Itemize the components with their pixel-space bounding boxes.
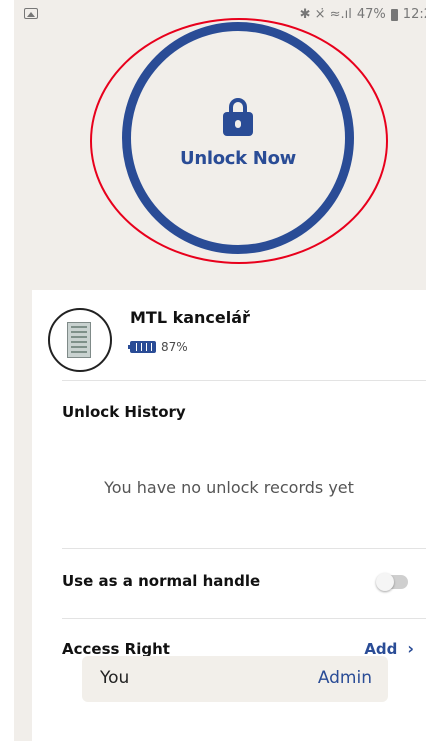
app-screen: ✱ ×̇ ≈.ıl 47% 12:2 Unlock Now MTL kancel… <box>14 0 426 741</box>
lock-header[interactable]: MTL kancelář 87% <box>32 290 426 382</box>
status-indicators: ✱ ×̇ ≈.ıl 47% 12:2 <box>300 7 426 22</box>
access-user: You <box>100 668 130 688</box>
battery-icon <box>390 8 398 21</box>
battery-percentage: 47% <box>356 7 386 22</box>
add-label: Add <box>364 639 398 658</box>
normal-handle-label: Use as a normal handle <box>62 572 261 590</box>
toggle-knob <box>376 573 394 591</box>
lock-icon <box>223 97 253 138</box>
unlock-now-button[interactable]: Unlock Now <box>122 22 354 254</box>
battery-icon <box>128 341 156 353</box>
signal-icons: ✱ ×̇ ≈.ıl <box>299 7 352 22</box>
unlock-history-title: Unlock History <box>62 403 186 421</box>
lock-details-card: MTL kancelář 87% Unlock History You have… <box>32 290 426 741</box>
lock-name: MTL kancelář <box>130 308 250 327</box>
divider <box>62 548 426 549</box>
divider <box>62 618 426 619</box>
unlock-history-empty: You have no unlock records yet <box>104 478 354 497</box>
lock-battery: 87% <box>128 340 188 354</box>
building-icon <box>67 322 91 358</box>
normal-handle-toggle[interactable] <box>376 573 408 591</box>
access-list-item[interactable]: You Admin <box>82 656 388 702</box>
avatar <box>48 308 112 372</box>
unlock-now-label: Unlock Now <box>180 147 296 169</box>
access-role: Admin <box>317 668 372 688</box>
battery-level: 87% <box>161 340 188 354</box>
divider <box>62 380 426 381</box>
clock: 12:2 <box>402 7 426 22</box>
image-icon <box>24 8 38 19</box>
chevron-right-icon: › <box>407 639 414 658</box>
